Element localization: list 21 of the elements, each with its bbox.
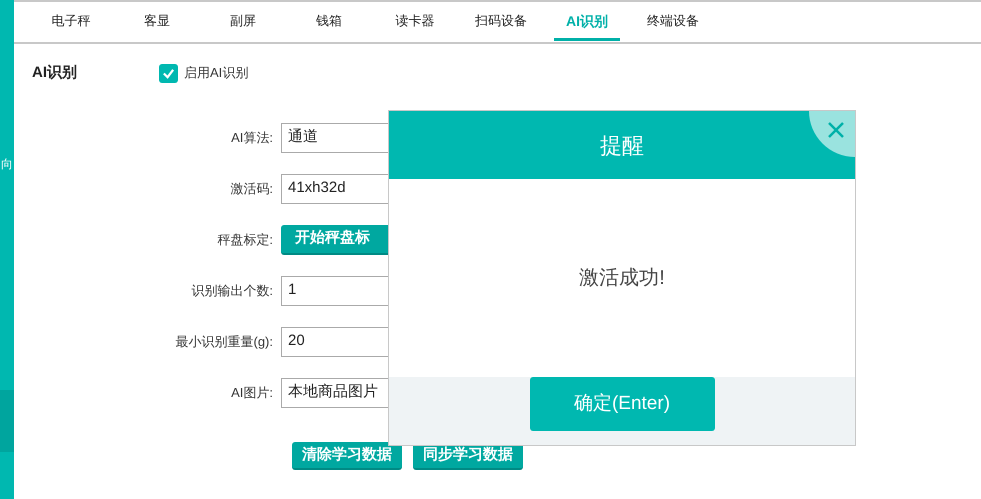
tab[interactable]: 读卡器: [384, 4, 446, 41]
field-label: AI算法:: [230, 128, 274, 147]
check-icon: [162, 66, 175, 80]
sidebar-selection: [0, 390, 14, 452]
section-title: AI识别: [32, 62, 78, 83]
tab[interactable]: 终端设备: [635, 4, 711, 41]
tab[interactable]: 钱箱: [304, 4, 354, 41]
tab[interactable]: 电子秤: [40, 4, 102, 41]
checkbox-label: 启用AI识别: [184, 64, 248, 82]
checkbox[interactable]: [159, 64, 178, 82]
dialog-title: 提醒: [600, 132, 644, 160]
field-label: 激活码:: [229, 180, 274, 198]
field-label: 秤盘标定:: [216, 230, 274, 249]
tab[interactable]: 扫码设备: [463, 4, 539, 41]
field-label: 识别输出个数:: [190, 282, 274, 300]
tab[interactable]: 副屏: [218, 4, 268, 41]
field-label: 最小识别重量(g):: [174, 332, 274, 351]
dialog-message: 激活成功!: [579, 266, 665, 291]
field-label: AI图片:: [230, 384, 274, 402]
close-icon: [827, 121, 845, 139]
tab[interactable]: 客显: [132, 4, 182, 41]
